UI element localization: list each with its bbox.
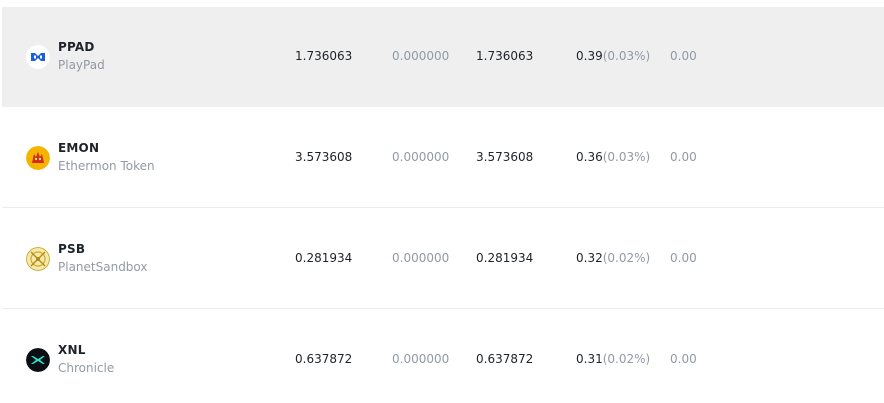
locked-balance: 0.000000 — [392, 352, 450, 366]
asset-balance-table: PPAD PlayPad 1.736063 0.000000 1.736063 … — [0, 0, 884, 403]
locked-balance: 0.000000 — [392, 150, 450, 164]
available-balance: 1.736063 — [476, 49, 534, 63]
btc-value-percent: (0.03%) — [602, 49, 651, 63]
asset-name: Chronicle — [58, 361, 115, 375]
btc-value-percent: (0.03%) — [602, 150, 651, 164]
btc-value: 0.39(0.03%) — [576, 48, 650, 64]
asset-name: Ethermon Token — [58, 159, 155, 173]
table-row[interactable]: EMON Ethermon Token 3.573608 0.000000 3.… — [2, 108, 884, 208]
asset-symbol: PSB — [58, 242, 86, 256]
btc-value-amount: 0.32 — [576, 251, 603, 265]
available-balance: 0.637872 — [476, 352, 534, 366]
btc-value-percent: (0.02%) — [602, 352, 651, 366]
btc-value-amount: 0.36 — [576, 150, 603, 164]
btc-value-percent: (0.02%) — [602, 251, 651, 265]
playpad-logo-icon — [26, 45, 50, 69]
asset-symbol: PPAD — [58, 40, 95, 54]
btc-value-amount: 0.39 — [576, 49, 603, 63]
total-balance: 3.573608 — [295, 150, 353, 164]
usd-value: 0.00 — [670, 352, 697, 366]
ethermon-logo-icon — [26, 146, 50, 170]
planetsandbox-logo-icon — [26, 247, 50, 271]
table-row[interactable]: XNL Chronicle 0.637872 0.000000 0.637872… — [2, 310, 884, 403]
available-balance: 3.573608 — [476, 150, 534, 164]
usd-value: 0.00 — [670, 150, 697, 164]
total-balance: 0.281934 — [295, 251, 353, 265]
btc-value: 0.32(0.02%) — [576, 250, 650, 266]
asset-name: PlanetSandbox — [58, 260, 148, 274]
asset-symbol: XNL — [58, 343, 86, 357]
total-balance: 1.736063 — [295, 49, 353, 63]
total-balance: 0.637872 — [295, 352, 353, 366]
usd-value: 0.00 — [670, 251, 697, 265]
btc-value-amount: 0.31 — [576, 352, 603, 366]
asset-symbol: EMON — [58, 141, 100, 155]
table-row[interactable]: PPAD PlayPad 1.736063 0.000000 1.736063 … — [2, 7, 884, 107]
btc-value: 0.36(0.03%) — [576, 149, 650, 165]
locked-balance: 0.000000 — [392, 49, 450, 63]
usd-value: 0.00 — [670, 49, 697, 63]
asset-name: PlayPad — [58, 58, 105, 72]
available-balance: 0.281934 — [476, 251, 534, 265]
btc-value: 0.31(0.02%) — [576, 351, 650, 367]
chronicle-logo-icon — [26, 348, 50, 372]
locked-balance: 0.000000 — [392, 251, 450, 265]
table-row[interactable]: PSB PlanetSandbox 0.281934 0.000000 0.28… — [2, 209, 884, 309]
